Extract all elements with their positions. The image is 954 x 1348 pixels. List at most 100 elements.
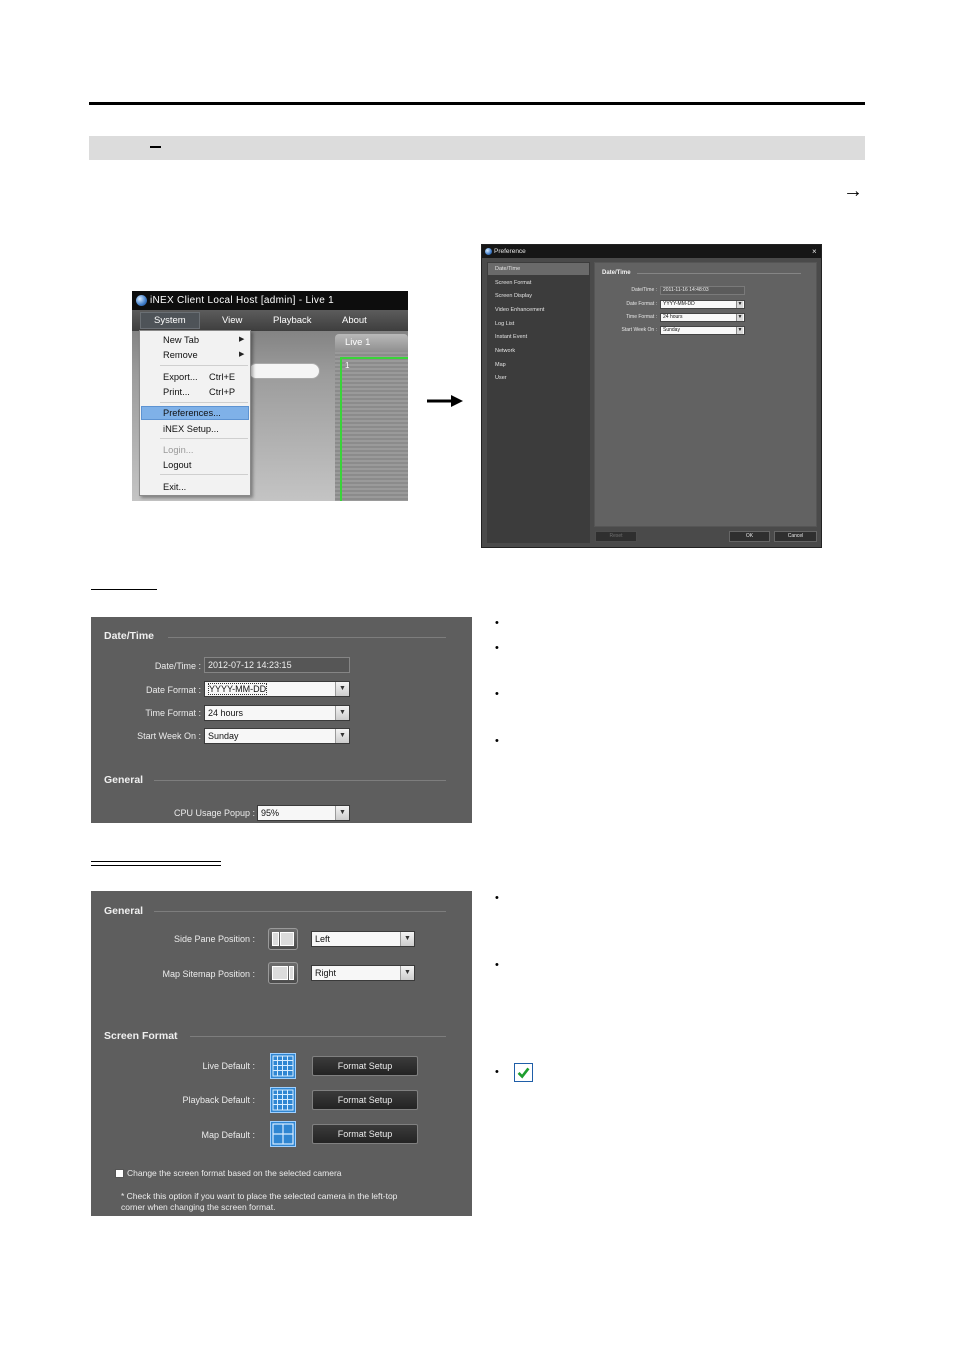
start-week-select[interactable]: Sunday [204, 728, 350, 744]
menu-item-preferences[interactable]: Preferences... [163, 407, 221, 419]
preference-sidebar [487, 262, 590, 543]
menu-view[interactable]: View [222, 314, 242, 328]
menu-item-print[interactable]: Print... [163, 386, 190, 398]
section-divider [154, 780, 446, 781]
screen-format-panel-screenshot: General Side Pane Position : Left ▼ Map … [91, 891, 472, 1216]
start-week-label: Start Week On : [621, 327, 657, 333]
ok-button[interactable]: OK [729, 531, 770, 542]
bullet: • [495, 735, 499, 747]
section-title-date-time: Date/Time [104, 630, 154, 642]
section-underline [91, 861, 221, 862]
datetime-label: Date/Time : [631, 287, 657, 293]
app-logo-icon [136, 295, 147, 306]
datetime-field: 2011-11-16 14:48:03 [660, 286, 745, 295]
section-underline [91, 865, 221, 866]
datetime-label: Date/Time : [154, 661, 201, 671]
sidebar-item-date-time[interactable]: Date/Time [495, 265, 520, 273]
date-format-label: Date Format : [145, 685, 201, 695]
menu-item-export[interactable]: Export... [163, 371, 198, 383]
date-format-select[interactable]: YYYY-MM-DD [660, 300, 745, 309]
menu-separator [160, 402, 248, 403]
live-pane-selection-left [340, 357, 342, 501]
sidebar-item-network[interactable]: Network [495, 347, 515, 355]
menu-separator [160, 474, 248, 475]
chevron-down-icon[interactable]: ▼ [736, 327, 743, 334]
date-format-select[interactable]: YYYY-MM-DD [204, 681, 350, 697]
sitemap-right-icon [268, 962, 298, 984]
search-input[interactable] [248, 363, 320, 379]
map-format-setup-button[interactable]: Format Setup [312, 1124, 418, 1144]
chevron-down-icon[interactable]: ▼ [400, 966, 414, 980]
section-divider [154, 911, 446, 912]
menu-playback[interactable]: Playback [273, 314, 312, 328]
map-default-label: Map Default : [201, 1130, 255, 1140]
submenu-arrow-icon: ▶ [239, 336, 245, 343]
playback-format-setup-button[interactable]: Format Setup [312, 1090, 418, 1110]
section-divider [637, 273, 801, 274]
menu-system[interactable]: System [154, 314, 186, 328]
sidebar-item-video-enhancement[interactable]: Video Enhancement [495, 306, 544, 314]
menu-separator [160, 438, 248, 439]
grid-4x4-icon [270, 1053, 296, 1079]
sitemap-label: Map Sitemap Position : [162, 969, 255, 979]
grid-4x4-icon [270, 1087, 296, 1113]
menu-item-new-tab[interactable]: New Tab [163, 334, 199, 346]
side-pane-label: Side Pane Position : [173, 934, 255, 944]
window-title: iNEX Client Local Host [admin] - Live 1 [132, 291, 408, 310]
right-arrow-icon [427, 395, 463, 407]
live-pane [335, 352, 408, 501]
screen-format-checkbox[interactable] [115, 1169, 124, 1178]
band-dash [150, 146, 161, 148]
section-band [89, 136, 865, 160]
chevron-down-icon[interactable]: ▼ [335, 682, 349, 696]
menu-about[interactable]: About [342, 314, 367, 328]
menu-item-login: Login... [163, 445, 194, 455]
start-week-select[interactable]: Sunday [660, 326, 745, 335]
reset-button: Reset [595, 531, 637, 542]
cancel-button[interactable]: Cancel [774, 531, 817, 542]
section-title-screen-format: Screen Format [104, 1030, 178, 1042]
grid-2x2-icon [270, 1121, 296, 1147]
bullet: • [495, 642, 499, 654]
sidebar-item-screen-display[interactable]: Screen Display [495, 292, 532, 300]
sidebar-item-log-list[interactable]: Log List [495, 320, 514, 328]
start-week-label: Start Week On : [137, 731, 201, 741]
shortcut-export: Ctrl+E [209, 372, 236, 382]
bullet: • [495, 959, 499, 971]
menu-item-remove[interactable]: Remove [163, 349, 198, 361]
inline-arrow: → [843, 180, 863, 202]
checkmark-icon [514, 1063, 533, 1082]
sidebar-item-instant-event[interactable]: Instant Event [495, 333, 527, 341]
sidebar-item-screen-format[interactable]: Screen Format [495, 279, 531, 287]
menu-item-inex-setup[interactable]: iNEX Setup... [163, 423, 219, 435]
bullet: • [495, 688, 499, 700]
chevron-down-icon[interactable]: ▼ [400, 932, 414, 946]
time-format-select[interactable]: 24 hours [204, 705, 350, 721]
time-format-select[interactable]: 24 hours [660, 313, 745, 322]
section-underline [91, 589, 157, 590]
note-line-2: corner when changing the screen format. [121, 1202, 276, 1212]
menu-item-logout[interactable]: Logout [163, 459, 191, 471]
close-icon[interactable]: × [812, 246, 817, 257]
chevron-down-icon[interactable]: ▼ [335, 729, 349, 743]
chevron-down-icon[interactable]: ▼ [335, 806, 349, 820]
sidebar-item-map[interactable]: Map [495, 361, 506, 369]
time-format-label: Time Format : [145, 708, 201, 718]
section-title-general: General [104, 774, 144, 786]
chevron-down-icon[interactable]: ▼ [736, 314, 743, 321]
section-title-general: General [104, 905, 144, 917]
chevron-down-icon[interactable]: ▼ [335, 706, 349, 720]
menu-item-exit[interactable]: Exit... [163, 481, 186, 493]
dialog-title: Preference [482, 245, 821, 258]
date-format-label: Date Format : [626, 301, 657, 307]
cpu-usage-label: CPU Usage Popup : [173, 808, 255, 818]
sidebar-item-user[interactable]: User [495, 374, 507, 382]
date-format-value: YYYY-MM-DD [208, 683, 268, 695]
chevron-down-icon[interactable]: ▼ [736, 301, 743, 308]
tab-live-1[interactable]: Live 1 [335, 334, 408, 352]
shortcut-print: Ctrl+P [209, 387, 236, 397]
note-line-1: * Check this option if you want to place… [121, 1191, 398, 1201]
live-default-label: Live Default : [202, 1061, 255, 1071]
live-format-setup-button[interactable]: Format Setup [312, 1056, 418, 1076]
bullet: • [495, 617, 499, 629]
